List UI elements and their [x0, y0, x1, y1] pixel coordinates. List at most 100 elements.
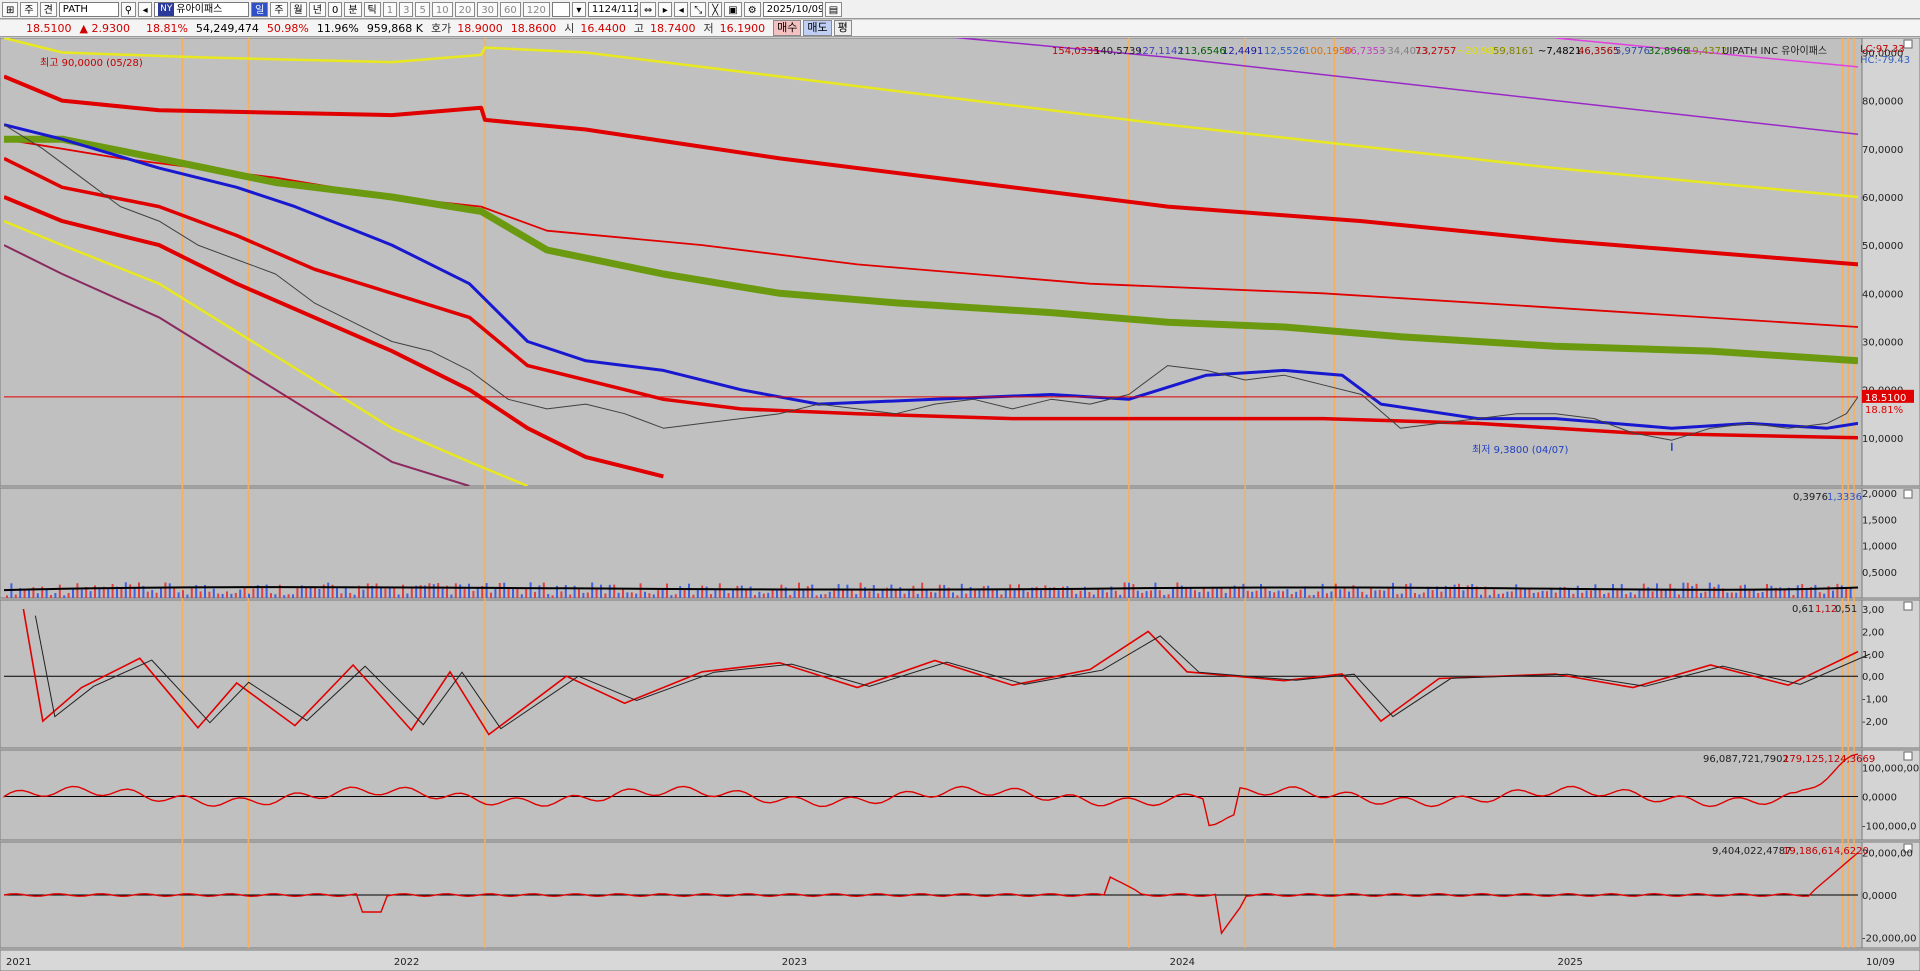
volume-bar [252, 588, 255, 598]
volume-bar [666, 583, 668, 598]
interval-button-10[interactable]: 10 [431, 1, 453, 17]
period-button-day[interactable]: 일 [251, 1, 269, 17]
volume-bar [239, 589, 242, 598]
zoom-icon[interactable]: ⤡ [690, 1, 707, 17]
volume-bar [1282, 591, 1284, 598]
volume-bar [714, 589, 717, 598]
volume-bar [1678, 594, 1680, 598]
volume-bar [1590, 590, 1592, 598]
cursor-icon[interactable]: ╳ [708, 1, 723, 17]
buy-button[interactable]: 매수 [773, 20, 802, 36]
volume-bar [1493, 589, 1496, 598]
ask-value: 18.8600 [510, 21, 557, 35]
volume-header-value: 0,3976 [1793, 492, 1828, 503]
volume-bar [406, 593, 409, 598]
volume-bar [1194, 590, 1196, 598]
interval-custom-input[interactable] [551, 1, 570, 17]
volume-bar [1695, 583, 1698, 598]
play-icon[interactable]: ▸ [658, 1, 673, 17]
panel-background [0, 749, 1863, 841]
compare-icon[interactable]: ⇔ [639, 1, 657, 17]
volume-bar [1330, 591, 1333, 598]
interval-button-1[interactable]: 1 [382, 1, 398, 17]
chevron-down-icon[interactable]: ▾ [571, 1, 586, 17]
volume-bar [710, 594, 712, 598]
price-y-tick-label: 10,0000 [1862, 434, 1903, 445]
volume-bar [1717, 584, 1720, 598]
volume-bar [1392, 582, 1394, 598]
volume-bar [45, 589, 48, 598]
volume-bar [472, 590, 475, 598]
volume-bar [938, 584, 941, 598]
save-icon[interactable]: ▣ [724, 1, 742, 17]
period-button-week[interactable]: 주 [270, 1, 288, 17]
volume-bar [410, 588, 413, 598]
volume-bar [212, 588, 215, 598]
volume-bar [353, 594, 356, 598]
volume-bar [177, 592, 180, 598]
volume-bar [151, 589, 154, 598]
volume-bar [296, 587, 299, 598]
period-button-tick[interactable]: 틱 [363, 1, 381, 17]
period-button-year[interactable]: 년 [308, 1, 326, 17]
volume-bar [1546, 591, 1548, 598]
date-field[interactable]: 2025/10/09 [762, 1, 823, 17]
volume-bar [133, 587, 136, 598]
indicator1-header-value: 179,125,124,3669 [1783, 754, 1875, 765]
period-button-zero[interactable]: 0 [327, 1, 343, 17]
interval-button-30[interactable]: 30 [477, 1, 499, 17]
volume-bar [1070, 588, 1073, 598]
interval-button-60[interactable]: 60 [500, 1, 521, 17]
calendar-icon[interactable]: ▤ [824, 1, 843, 17]
low-annotation: 최저 9,3800 (04/07) [1472, 444, 1568, 456]
volume-bar [1801, 584, 1804, 598]
period-button-month[interactable]: 월 [289, 1, 307, 17]
chart-area[interactable]: 90,000080,000070,000060,000050,000040,00… [0, 38, 1920, 971]
period-select[interactable]: 주 [20, 1, 38, 17]
volume-bar [868, 591, 871, 598]
volume-bar [50, 595, 52, 598]
volume-bar [1664, 590, 1667, 598]
volume-bar [1308, 595, 1311, 598]
ticker-input[interactable]: PATH [58, 1, 119, 17]
panel-maximize-icon [1903, 601, 1913, 611]
price-header-value: 59,8161 [1493, 46, 1534, 57]
panel-maximize-icon [1903, 489, 1913, 499]
volume-bar [1845, 588, 1848, 598]
chevron-left-icon[interactable]: ◂ [674, 1, 689, 17]
period-button-minute[interactable]: 분 [344, 1, 362, 17]
sell-button[interactable]: 매도 [803, 20, 832, 36]
volume-bar [98, 588, 101, 598]
volume-header-value: 1,3336 [1827, 492, 1862, 503]
macd-header-value: 0,51 [1835, 604, 1857, 615]
speaker-icon[interactable]: ◂ [138, 1, 153, 17]
volume-bar [327, 582, 330, 598]
chart-menu-icon[interactable]: ⊞ [2, 1, 19, 17]
interval-button-3[interactable]: 3 [399, 1, 414, 17]
volume-bar [776, 590, 778, 598]
price-y-tick-label: 40,0000 [1862, 289, 1903, 300]
volume-bar [124, 582, 127, 598]
company-field[interactable]: NY 유아이패스 [154, 1, 250, 17]
bar-count-field[interactable]: 1124/1124 [587, 1, 638, 17]
volume-bar [837, 584, 840, 598]
volume-bar [1018, 584, 1020, 598]
high-annotation: 최고 90,0000 (05/28) [40, 57, 143, 69]
volume-bar [1101, 589, 1104, 598]
average-button[interactable]: 평 [833, 20, 852, 36]
interval-button-120[interactable]: 120 [522, 1, 550, 17]
interval-button-20[interactable]: 20 [454, 1, 476, 17]
indicator2-y-tick-label: 20,000,00 [1862, 849, 1913, 860]
volume-bar [1128, 582, 1130, 598]
volume-bar [1418, 594, 1421, 598]
settings-icon[interactable]: ⚙ [743, 1, 761, 17]
volume-bar [94, 585, 96, 598]
volume-bar [736, 585, 739, 598]
chart-kind-select[interactable]: 견 [39, 1, 57, 17]
macd-y-tick-label: 3,00 [1862, 605, 1884, 616]
volume-bar [1361, 591, 1364, 598]
volume-bar [1836, 583, 1839, 598]
interval-button-5[interactable]: 5 [415, 1, 430, 17]
search-icon[interactable]: ⚲ [120, 1, 137, 17]
price-header-value: 73,2757 [1415, 46, 1456, 57]
